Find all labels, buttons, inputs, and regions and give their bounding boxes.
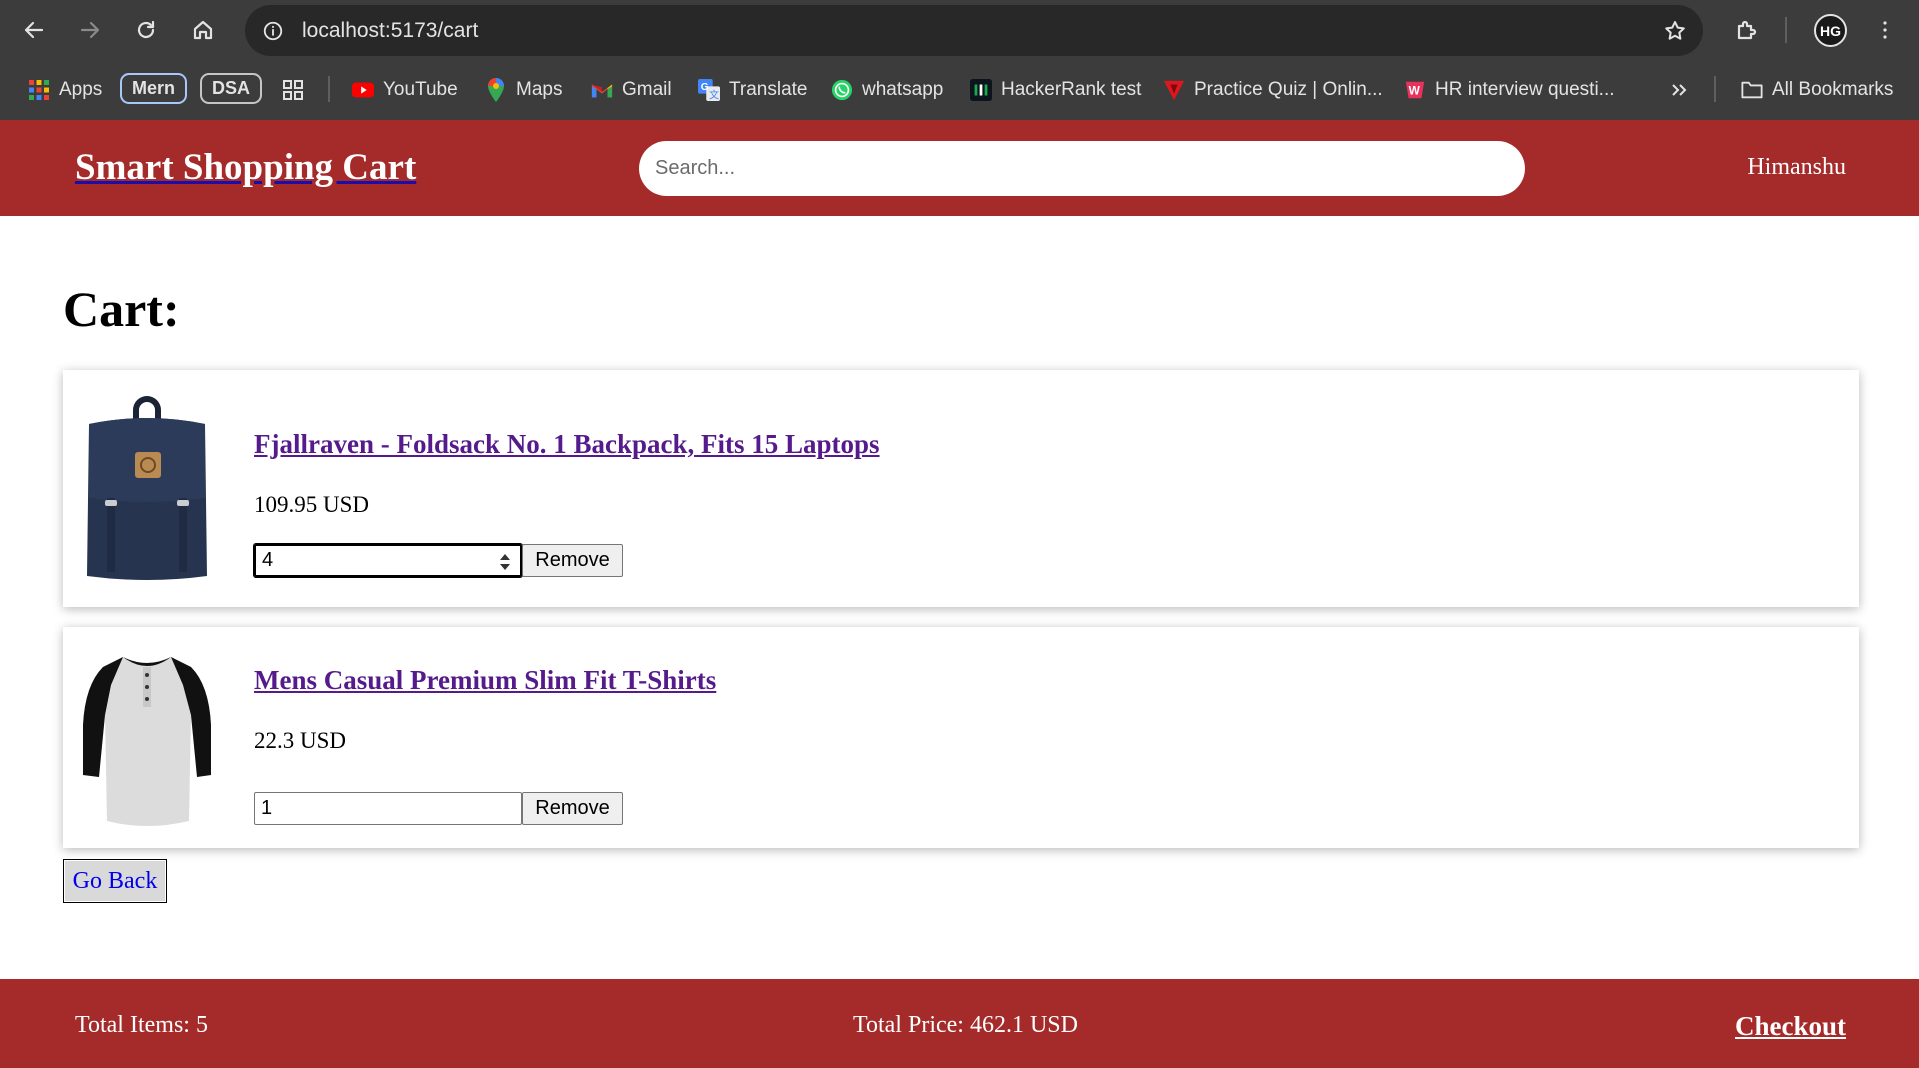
arrow-left-icon <box>24 21 44 39</box>
svg-text:G: G <box>701 82 709 93</box>
product-image-tshirt <box>79 643 215 833</box>
bookmark-gmail[interactable]: Gmail <box>591 73 672 107</box>
bookmark-maps[interactable]: Maps <box>485 73 562 107</box>
tab-groups-button[interactable] <box>282 73 304 107</box>
quantity-input[interactable]: 1 <box>254 792 522 825</box>
cart-summary-footer: Total Items: 5 Total Price: 462.1 USD Ch… <box>0 979 1919 1068</box>
back-button[interactable] <box>15 11 53 49</box>
bookmark-star-button[interactable] <box>1659 15 1691 47</box>
product-price: 109.95 USD <box>254 492 370 517</box>
home-button[interactable] <box>184 11 222 49</box>
more-bookmarks-button[interactable] <box>1668 73 1690 107</box>
star-icon <box>1665 21 1685 40</box>
menu-button[interactable] <box>1866 11 1904 49</box>
bookmark-label: whatsapp <box>862 79 944 100</box>
bookmark-label: Translate <box>729 79 808 100</box>
maps-pin-icon <box>485 78 507 102</box>
spinner-arrows-icon[interactable] <box>498 552 512 572</box>
url-text[interactable]: localhost:5173/cart <box>302 19 478 43</box>
bookmark-label: Maps <box>516 79 563 100</box>
apps-grid-icon <box>28 79 50 101</box>
checkout-link[interactable]: Checkout <box>1735 1011 1846 1042</box>
site-info-button[interactable] <box>256 14 290 48</box>
cart-item: Fjallraven - Foldsack No. 1 Backpack, Fi… <box>63 370 1859 607</box>
bookmark-whatsapp[interactable]: whatsapp <box>831 73 943 107</box>
bookmark-practice-quiz[interactable]: Practice Quiz | Onlin... <box>1163 73 1383 107</box>
reload-icon <box>137 20 155 39</box>
bookmark-label: HackerRank test <box>1001 79 1142 100</box>
tab-groups-icon <box>282 79 304 101</box>
product-price: 22.3 USD <box>254 728 347 753</box>
svg-text:W: W <box>1409 84 1421 98</box>
brand-link[interactable]: Smart Shopping Cart <box>75 146 416 189</box>
remove-button[interactable]: Remove <box>522 544 623 577</box>
app-header: Smart Shopping Cart Himanshu <box>0 120 1919 216</box>
gmail-icon <box>591 79 613 101</box>
quantity-value: 4 <box>262 549 274 571</box>
browser-chrome: localhost:5173/cart HG Apps Mern DSA You… <box>0 0 1919 120</box>
total-items: Total Items: 5 <box>75 1012 208 1038</box>
reload-button[interactable] <box>127 11 165 49</box>
chevron-double-right-icon <box>1668 79 1690 101</box>
bookmark-hackerrank[interactable]: HackerRank test <box>970 73 1141 107</box>
total-price: Total Price: 462.1 USD <box>853 1012 1078 1038</box>
bookmark-translate[interactable]: G文 Translate <box>698 73 808 107</box>
toolbar-divider <box>1785 17 1787 43</box>
folder-icon <box>1741 79 1763 101</box>
user-name: Himanshu <box>1747 154 1846 180</box>
search-input[interactable] <box>639 141 1525 196</box>
info-icon <box>263 21 283 41</box>
go-back-button[interactable]: Go Back <box>63 859 167 903</box>
bookmark-folder-dsa[interactable]: DSA <box>200 73 263 104</box>
whatsapp-icon <box>831 79 853 101</box>
all-bookmarks-button[interactable]: All Bookmarks <box>1741 73 1893 107</box>
bookmark-hr-interview[interactable]: W HR interview questi... <box>1404 73 1615 107</box>
bookmark-apps[interactable]: Apps <box>28 73 102 107</box>
quantity-input[interactable]: 4 <box>253 543 523 578</box>
home-icon <box>193 20 213 40</box>
address-bar[interactable]: localhost:5173/cart <box>245 5 1703 56</box>
bookmarks-bar: Apps Mern DSA YouTube Maps Gmail G 文 Tra… <box>0 60 1919 120</box>
bookmark-label: Practice Quiz | Onlin... <box>1194 79 1383 100</box>
bookmarks-divider <box>328 76 330 102</box>
bookmark-label: HR interview questi... <box>1435 79 1615 100</box>
quiz-logo-icon <box>1163 79 1185 101</box>
page-title: Cart: <box>63 281 180 337</box>
cart-item: Mens Casual Premium Slim Fit T-Shirts 22… <box>63 627 1859 848</box>
product-image-backpack <box>79 388 215 588</box>
remove-button[interactable]: Remove <box>522 792 623 825</box>
browser-toolbar: localhost:5173/cart HG <box>0 0 1919 60</box>
bookmark-folder-mern[interactable]: Mern <box>120 73 188 104</box>
youtube-icon <box>352 79 374 101</box>
arrow-right-icon <box>80 21 100 39</box>
bookmark-label: Apps <box>59 79 103 100</box>
product-title-link[interactable]: Fjallraven - Foldsack No. 1 Backpack, Fi… <box>254 429 880 460</box>
svg-text:文: 文 <box>709 88 719 101</box>
bookmark-youtube[interactable]: YouTube <box>352 73 458 107</box>
product-title-link[interactable]: Mens Casual Premium Slim Fit T-Shirts <box>254 665 716 696</box>
puzzle-icon <box>1737 20 1757 40</box>
backpack-icon <box>87 396 207 580</box>
bookmarks-divider <box>1714 76 1716 102</box>
bookmark-label: YouTube <box>383 79 458 100</box>
forward-button[interactable] <box>71 11 109 49</box>
bookmark-label: All Bookmarks <box>1772 79 1894 100</box>
translate-icon: G文 <box>698 79 720 101</box>
hackerrank-icon <box>970 79 992 101</box>
profile-avatar[interactable]: HG <box>1814 14 1847 47</box>
hr-site-icon: W <box>1404 79 1426 101</box>
more-vertical-icon <box>1883 21 1887 39</box>
quantity-value: 1 <box>261 797 273 819</box>
tshirt-icon <box>83 657 211 826</box>
extensions-button[interactable] <box>1727 11 1765 49</box>
bookmark-label: Gmail <box>622 79 672 100</box>
